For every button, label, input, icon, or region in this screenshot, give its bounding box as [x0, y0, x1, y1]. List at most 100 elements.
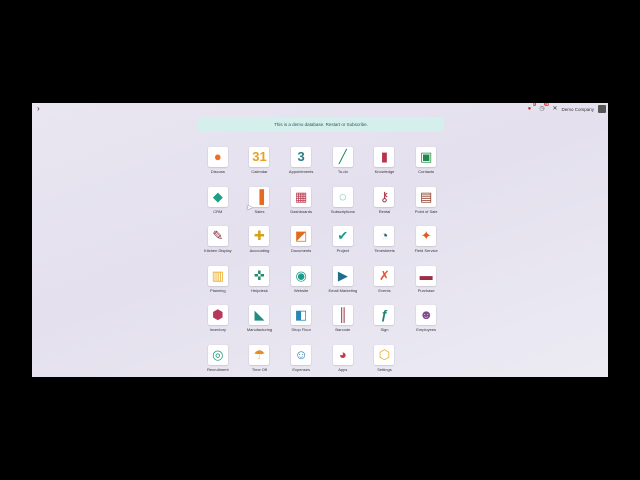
app-contacts[interactable]: ▣ Contacts: [405, 147, 447, 175]
app-planning[interactable]: ▥ Planning: [197, 265, 239, 294]
app-label: Expenses: [292, 366, 310, 372]
app-tile[interactable]: ◧: [291, 305, 312, 325]
app-tile[interactable]: ☺: [291, 344, 312, 365]
top-navbar: › ● 6 ◷ 12 ✕ Demo Company: [32, 103, 608, 115]
app-tile[interactable]: ✎: [207, 226, 228, 246]
app-tile[interactable]: ✗: [374, 265, 395, 286]
app-project[interactable]: ✔ Project: [322, 226, 364, 254]
calendar-icon: 31: [252, 149, 267, 164]
app-tile[interactable]: ✜: [249, 265, 270, 286]
app-inventory[interactable]: ⬢ Inventory: [197, 305, 239, 333]
avatar[interactable]: [598, 105, 606, 113]
app-tile[interactable]: ⬡: [374, 344, 395, 365]
app-sales[interactable]: ▐ Sales: [239, 186, 281, 215]
app-tile[interactable]: ▶: [332, 265, 353, 286]
app-calendar[interactable]: 31 Calendar: [239, 147, 281, 175]
app-tile[interactable]: ▬: [416, 265, 437, 286]
app-tile[interactable]: ✚: [249, 226, 270, 246]
app-label: To-do: [337, 169, 348, 174]
demo-banner[interactable]: This is a demo database. Restart or Subs…: [198, 117, 444, 132]
close-icon[interactable]: ✕: [552, 105, 557, 113]
app-events[interactable]: ✗ Events: [364, 265, 406, 294]
app-knowledge[interactable]: ▮ Knowledge: [364, 147, 406, 175]
app-label: Employees: [416, 327, 437, 332]
app-tile[interactable]: ☂: [249, 344, 270, 365]
app-rental[interactable]: ⚷ Rental: [364, 186, 406, 215]
company-switcher[interactable]: Demo Company: [561, 107, 594, 112]
app-label: Discuss: [210, 169, 225, 174]
contact-card-icon: ▣: [420, 149, 433, 164]
app-kitchen-display[interactable]: ✎ Kitchen Display: [197, 226, 239, 254]
employees-icon: ☻: [419, 307, 433, 322]
app-label: Apps: [338, 366, 348, 372]
expenses-icon: ☺: [294, 346, 308, 362]
app-tile[interactable]: ƒ: [374, 305, 395, 325]
app-apps[interactable]: ◕ Apps: [322, 344, 364, 373]
app-crm[interactable]: ◆ CRM: [197, 186, 239, 215]
app-to-do[interactable]: ╱ To-do: [322, 147, 364, 175]
gear-icon: ⬡: [378, 346, 391, 362]
app-website[interactable]: ◉ Website: [280, 265, 322, 294]
app-time-off[interactable]: ☂ Time Off: [239, 344, 281, 373]
activity-clock-icon[interactable]: ◷ 12: [539, 103, 550, 113]
app-accounting[interactable]: ✚ Accounting: [239, 226, 281, 254]
app-timesheets[interactable]: ◔ Timesheets: [364, 226, 406, 254]
app-tile[interactable]: 3: [291, 147, 312, 167]
app-tile[interactable]: ✦: [416, 226, 437, 246]
app-appointments[interactable]: 3 Appointments: [280, 147, 322, 175]
app-tile[interactable]: ▦: [291, 186, 312, 207]
app-discuss[interactable]: ● Discuss: [197, 147, 239, 175]
app-label: Inventory: [209, 327, 227, 332]
app-point-of-sale[interactable]: ▤ Point of Sale: [405, 186, 447, 215]
app-label: Helpdesk: [251, 287, 268, 293]
box-icon: ⬢: [212, 307, 224, 322]
appointment-calendar-icon: 3: [297, 149, 305, 164]
app-tile[interactable]: ●: [207, 147, 228, 167]
app-sign[interactable]: ƒ Sign: [364, 305, 406, 333]
app-manufacturing[interactable]: ◣ Manufacturing: [239, 305, 281, 333]
app-label: Website: [293, 287, 309, 293]
app-recruitment[interactable]: ◎ Recruitment: [197, 344, 239, 373]
app-purchase[interactable]: ▬ Purchase: [405, 265, 447, 294]
app-tile[interactable]: ▤: [416, 186, 437, 207]
app-tile[interactable]: ✔: [332, 226, 353, 246]
app-shop-floor[interactable]: ◧ Shop Floor: [280, 305, 322, 333]
app-tile[interactable]: ▥: [207, 265, 228, 286]
app-tile[interactable]: ⚷: [374, 186, 395, 207]
app-dashboards[interactable]: ▦ Dashboards: [280, 186, 322, 215]
app-tile[interactable]: ◆: [207, 186, 228, 207]
app-email-marketing[interactable]: ▶ Email Marketing: [322, 265, 364, 294]
app-tile[interactable]: ◉: [291, 265, 312, 286]
key-icon: ⚷: [379, 188, 390, 204]
app-employees[interactable]: ☻ Employees: [405, 305, 447, 333]
app-tile[interactable]: ⬢: [207, 305, 228, 325]
app-tile[interactable]: 31: [249, 147, 270, 167]
app-settings[interactable]: ⬡ Settings: [364, 344, 406, 373]
app-tile[interactable]: ◌: [332, 186, 353, 207]
app-tile[interactable]: ▐: [249, 186, 270, 207]
app-tile[interactable]: ◕: [332, 344, 353, 365]
app-tile[interactable]: ◩: [291, 226, 312, 246]
app-field-service[interactable]: ✦ Field Service: [405, 226, 447, 254]
app-helpdesk[interactable]: ✜ Helpdesk: [239, 265, 281, 294]
chevron-right-icon[interactable]: ›: [37, 104, 40, 114]
app-label: Appointments: [288, 169, 314, 174]
app-tile[interactable]: ║: [332, 305, 353, 325]
app-subscriptions[interactable]: ◌ Subscriptions: [322, 186, 364, 215]
app-tile[interactable]: ▮: [374, 147, 395, 167]
apps-grid-icon: ◕: [338, 346, 347, 362]
app-tile[interactable]: ◣: [249, 305, 270, 325]
app-tile[interactable]: ◔: [374, 226, 395, 246]
planning-icon: ▥: [211, 267, 224, 283]
app-documents[interactable]: ◩ Documents: [280, 226, 322, 254]
app-tile[interactable]: ◎: [207, 344, 228, 365]
bar-chart-icon: ▐: [254, 188, 265, 204]
app-tile[interactable]: ☻: [416, 305, 437, 325]
app-tile[interactable]: ╱: [332, 147, 353, 167]
app-label: Knowledge: [374, 169, 395, 174]
chat-icon[interactable]: ● 6: [528, 103, 537, 113]
app-expenses[interactable]: ☺ Expenses: [280, 344, 322, 373]
app-barcode[interactable]: ║ Barcode: [322, 305, 364, 333]
app-label: Purchase: [417, 287, 435, 293]
app-tile[interactable]: ▣: [416, 147, 437, 167]
